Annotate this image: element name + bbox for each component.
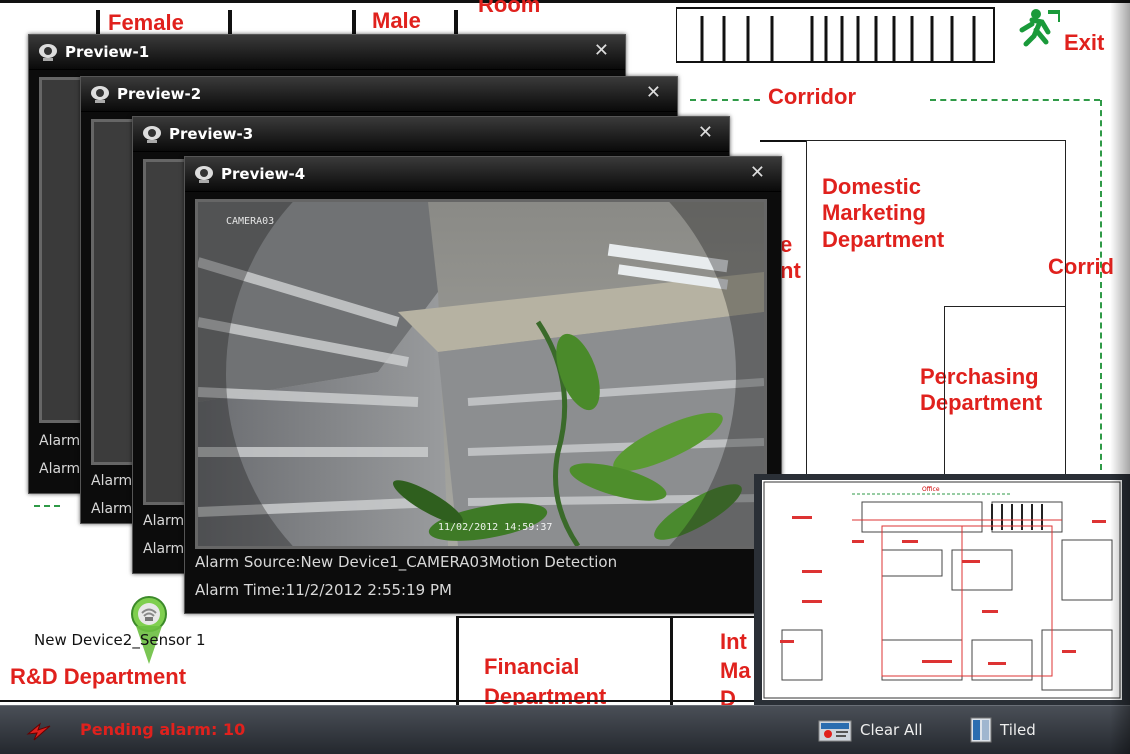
- window-edge-shadow: [1110, 0, 1130, 754]
- camera-icon: [39, 44, 57, 61]
- preview-window-4[interactable]: Preview-4 ✕ CAMERA03 11/02/2012 14:59:37…: [184, 156, 782, 614]
- corridor-line: [690, 99, 760, 101]
- e-map-window: Female Male Room Exit Corridor Corrid Do…: [0, 0, 1130, 754]
- camera-icon: [195, 166, 213, 183]
- pending-alarm-text[interactable]: Pending alarm: 10: [80, 720, 245, 739]
- corridor-line: [34, 505, 60, 507]
- clear-all-label: Clear All: [860, 721, 923, 739]
- preview-title-bar[interactable]: Preview-2 ✕: [81, 77, 677, 112]
- corridor-line: [1100, 100, 1102, 470]
- map-wall: [760, 140, 806, 142]
- alarm-source-text: Alarm: [39, 433, 81, 449]
- label-male: Male: [372, 8, 421, 33]
- alarm-lightning-icon[interactable]: [24, 716, 54, 744]
- alarm-source-text: Alarm: [91, 473, 133, 489]
- label-rnd-department: R&D Department: [10, 664, 187, 689]
- preview-title: Preview-1: [65, 43, 150, 61]
- preview-title: Preview-4: [221, 165, 306, 183]
- label-e-partial: e nt: [780, 232, 801, 284]
- label-room: Room: [478, 0, 541, 17]
- preview-title-bar[interactable]: Preview-1 ✕: [29, 35, 625, 70]
- label-exit: Exit: [1064, 30, 1105, 55]
- map-wall: [456, 616, 756, 618]
- map-wall: [0, 0, 1130, 3]
- tiled-label: Tiled: [1000, 721, 1036, 739]
- tiled-icon: [970, 717, 992, 743]
- alarm-time-text: Alarm Time:11/2/2012 2:55:19 PM: [195, 581, 452, 599]
- close-icon[interactable]: ✕: [594, 40, 609, 61]
- purchasing-room-outline: [944, 306, 1066, 478]
- preview-title: Preview-2: [117, 85, 202, 103]
- camera-name-overlay: CAMERA03: [226, 216, 275, 227]
- camera-icon: [143, 126, 161, 143]
- tiled-button[interactable]: Tiled: [970, 716, 1060, 744]
- label-female: Female: [108, 10, 184, 35]
- map-wall: [456, 616, 459, 705]
- minimap-label: Office: [922, 486, 940, 493]
- corridor-line: [930, 99, 1100, 101]
- minimap-floorplan: Office: [763, 481, 1121, 699]
- alarm-time-text: Alarm: [143, 541, 185, 557]
- close-icon[interactable]: ✕: [646, 82, 661, 103]
- clear-all-button[interactable]: Clear All: [818, 716, 938, 744]
- exit-sign-icon: [1019, 9, 1060, 47]
- alarm-time-text: Alarm: [39, 461, 81, 477]
- label-corridor-top: Corridor: [768, 84, 856, 109]
- map-wall: [670, 616, 673, 705]
- minimap-canvas[interactable]: Office: [762, 480, 1122, 700]
- video-feed: CAMERA03 11/02/2012 14:59:37: [195, 199, 767, 549]
- preview-title-bar[interactable]: Preview-4 ✕: [185, 157, 781, 192]
- alarm-source-text: Alarm: [143, 513, 185, 529]
- camera-scene: [198, 202, 764, 546]
- label-financial: Financial Department: [484, 654, 607, 705]
- label-int-partial: Int Ma D: [720, 629, 751, 705]
- preview-title: Preview-3: [169, 125, 254, 143]
- clear-all-icon: [818, 720, 852, 742]
- stalls-drawing: [676, 7, 995, 63]
- sensor-device-label[interactable]: New Device2_Sensor 1: [34, 631, 206, 649]
- close-icon[interactable]: ✕: [750, 162, 765, 183]
- alarm-time-text: Alarm: [91, 501, 133, 517]
- alarm-source-text: Alarm Source:New Device1_CAMERA03Motion …: [195, 553, 618, 571]
- camera-icon: [91, 86, 109, 103]
- preview-title-bar[interactable]: Preview-3 ✕: [133, 117, 729, 152]
- bottom-status-bar: Pending alarm: 10 Clear All Tiled: [0, 705, 1130, 754]
- camera-timestamp-overlay: 11/02/2012 14:59:37: [438, 522, 553, 533]
- close-icon[interactable]: ✕: [698, 122, 713, 143]
- minimap-panel[interactable]: Office: [754, 474, 1130, 706]
